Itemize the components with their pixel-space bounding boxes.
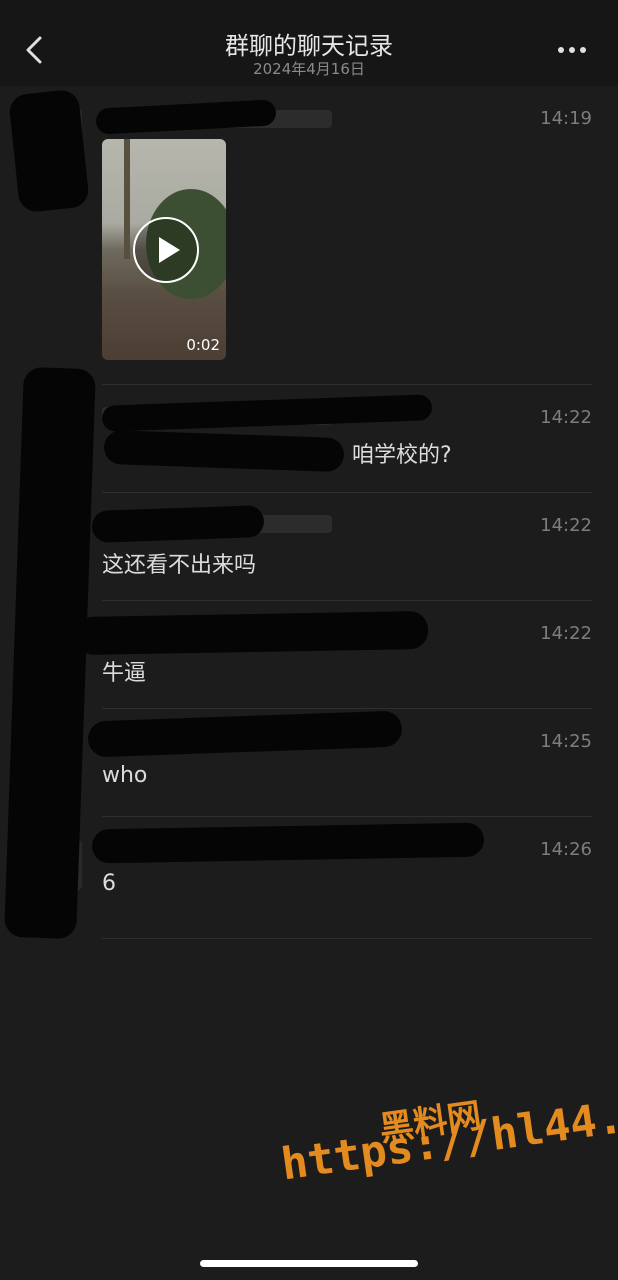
message-text: 咱学校的? (352, 443, 452, 468)
divider (102, 938, 592, 939)
message-time: 14:22 (540, 623, 592, 644)
message-time: 14:22 (540, 407, 592, 428)
message-time: 14:22 (540, 515, 592, 536)
more-button[interactable] (556, 40, 590, 60)
message-item: 14:22 这还看不出来吗 (0, 493, 618, 600)
message-text: 6 (102, 871, 116, 896)
redaction-scribble (8, 88, 90, 214)
message-time: 14:26 (540, 839, 592, 860)
more-horizontal-icon (558, 47, 586, 53)
message-text: 这还看不出来吗 (102, 553, 257, 578)
play-button[interactable] (133, 217, 199, 283)
message-item: 14:19 (0, 86, 618, 386)
page-title: 群聊的聊天记录 (225, 32, 393, 60)
redaction-scribble (91, 822, 485, 864)
message-text: who (102, 763, 148, 788)
redaction-scribble (91, 505, 265, 543)
play-icon (159, 237, 180, 263)
message-text: 牛逼 (102, 661, 147, 686)
video-duration: 0:02 (186, 336, 220, 354)
top-bar: 群聊的聊天记录 2024年4月16日 (0, 0, 618, 86)
message-time: 14:25 (540, 731, 592, 752)
video-thumbnail[interactable]: 0:02 (102, 139, 226, 360)
home-indicator[interactable] (200, 1260, 418, 1267)
page-date: 2024年4月16日 (253, 60, 365, 78)
message-time: 14:19 (540, 108, 592, 129)
redaction-scribble (75, 610, 429, 656)
